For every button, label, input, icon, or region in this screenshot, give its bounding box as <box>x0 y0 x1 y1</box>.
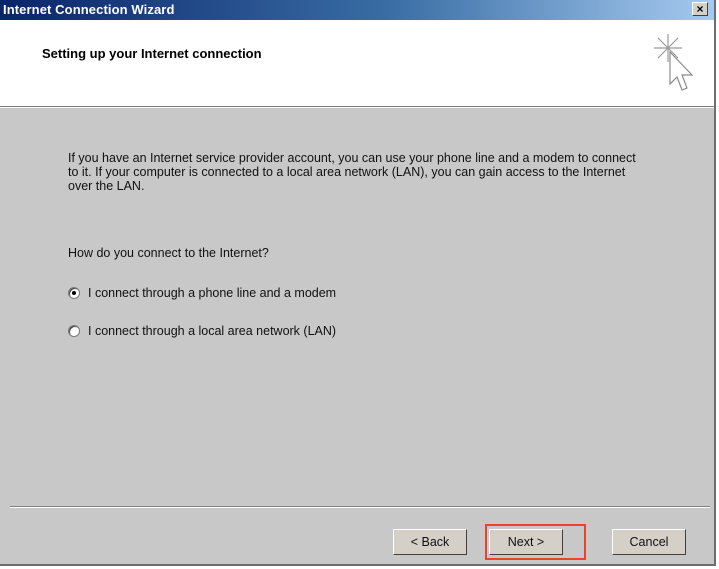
wizard-header: Setting up your Internet connection <box>0 20 714 108</box>
title-bar[interactable]: Internet Connection Wizard × <box>0 0 714 20</box>
window-title: Internet Connection Wizard <box>3 2 175 17</box>
cancel-button[interactable]: Cancel <box>612 529 686 555</box>
radio-label-lan[interactable]: I connect through a local area network (… <box>88 324 336 338</box>
back-button[interactable]: < Back <box>393 529 467 555</box>
wizard-window: Internet Connection Wizard × Setting up … <box>0 0 716 566</box>
radio-label-phone-modem[interactable]: I connect through a phone line and a mod… <box>88 286 336 300</box>
close-button[interactable]: × <box>692 2 708 16</box>
radio-button-unselected[interactable] <box>68 325 80 337</box>
radio-phone-modem[interactable]: I connect through a phone line and a mod… <box>68 285 336 301</box>
footer-divider <box>10 506 710 508</box>
wizard-cursor-icon <box>654 34 694 91</box>
radio-button-selected[interactable] <box>68 287 80 299</box>
close-icon: × <box>696 2 704 16</box>
connection-question: How do you connect to the Internet? <box>68 246 269 260</box>
intro-text: If you have an Internet service provider… <box>68 151 636 193</box>
radio-lan[interactable]: I connect through a local area network (… <box>68 323 336 339</box>
next-button-highlight <box>485 524 586 560</box>
page-title: Setting up your Internet connection <box>42 46 262 61</box>
